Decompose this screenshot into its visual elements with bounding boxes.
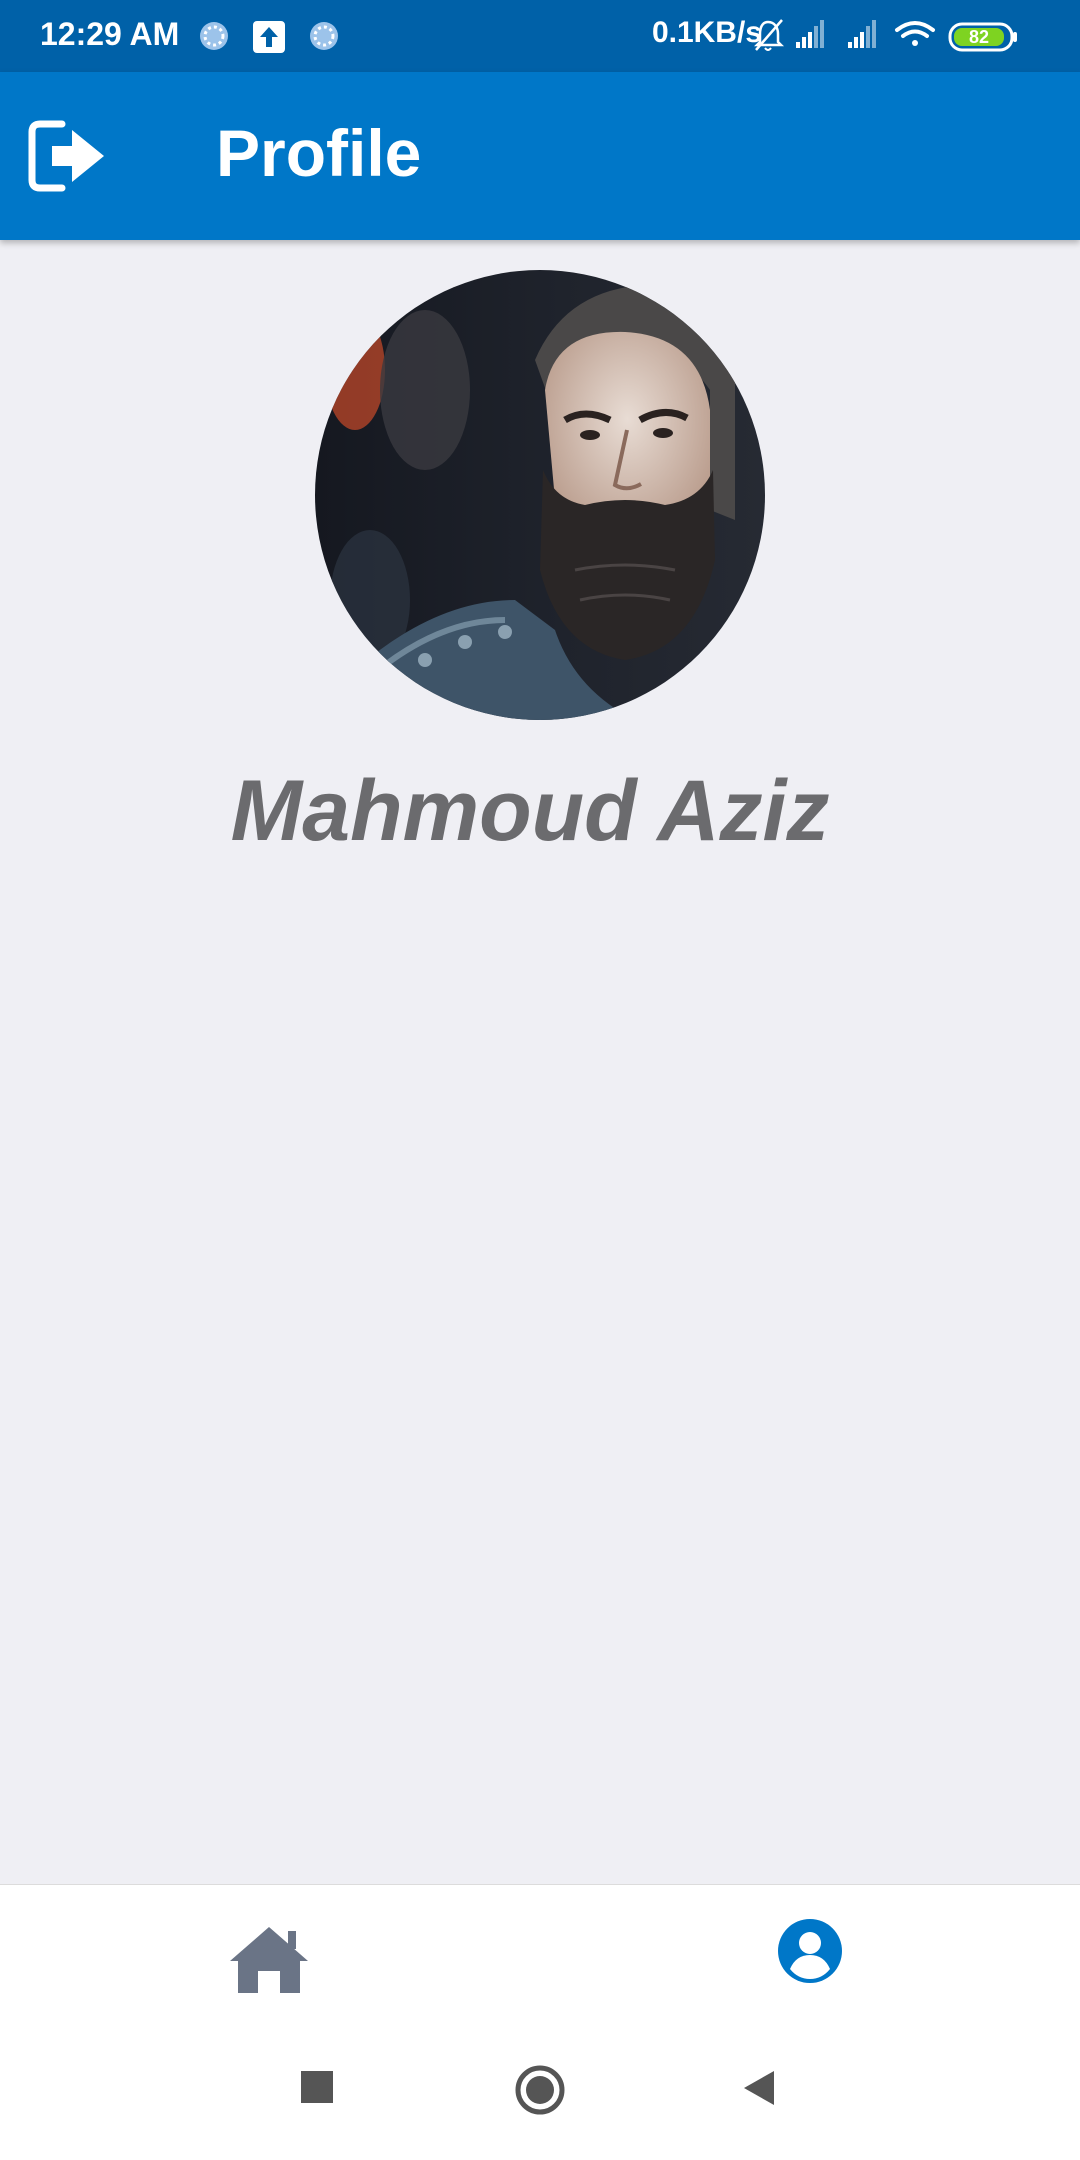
home-system-button[interactable] <box>514 2064 566 2121</box>
tab-home[interactable] <box>226 1923 312 1995</box>
status-time: 12:29 AM <box>40 16 180 52</box>
system-nav-bar <box>0 2024 1080 2160</box>
upload-icon <box>253 21 285 53</box>
avatar <box>315 270 765 720</box>
tab-profile[interactable] <box>776 1917 844 1985</box>
signal-icon <box>796 20 824 48</box>
status-left-icons <box>200 21 338 53</box>
status-right-icons: 82 <box>754 19 1017 52</box>
battery-level: 82 <box>969 27 989 47</box>
battery-icon: 82 <box>948 22 1017 52</box>
bell-muted-icon <box>754 19 785 51</box>
logout-button[interactable] <box>24 112 112 200</box>
recent-apps-button[interactable] <box>300 2070 334 2109</box>
loading-icon <box>200 22 228 50</box>
back-button[interactable] <box>742 2070 776 2111</box>
bottom-tab-bar <box>0 1884 1080 2025</box>
user-name: Mahmoud Aziz <box>230 763 830 859</box>
logout-icon <box>28 120 104 192</box>
avatar-image <box>315 270 765 720</box>
page-title: Profile <box>216 116 422 190</box>
signal-icon <box>848 20 876 48</box>
circle-icon <box>515 2065 565 2115</box>
network-speed: 0.1KB/s <box>651 16 762 49</box>
status-bar: 12:29 AM 0.1KB/s 82 <box>0 0 1080 72</box>
wifi-icon <box>895 21 935 46</box>
back-triangle-icon <box>744 2071 774 2105</box>
home-icon <box>230 1927 308 1993</box>
square-icon <box>301 2071 333 2103</box>
loading-icon <box>310 22 338 50</box>
app-bar: Profile <box>0 72 1080 240</box>
user-circle-icon <box>778 1919 842 1983</box>
